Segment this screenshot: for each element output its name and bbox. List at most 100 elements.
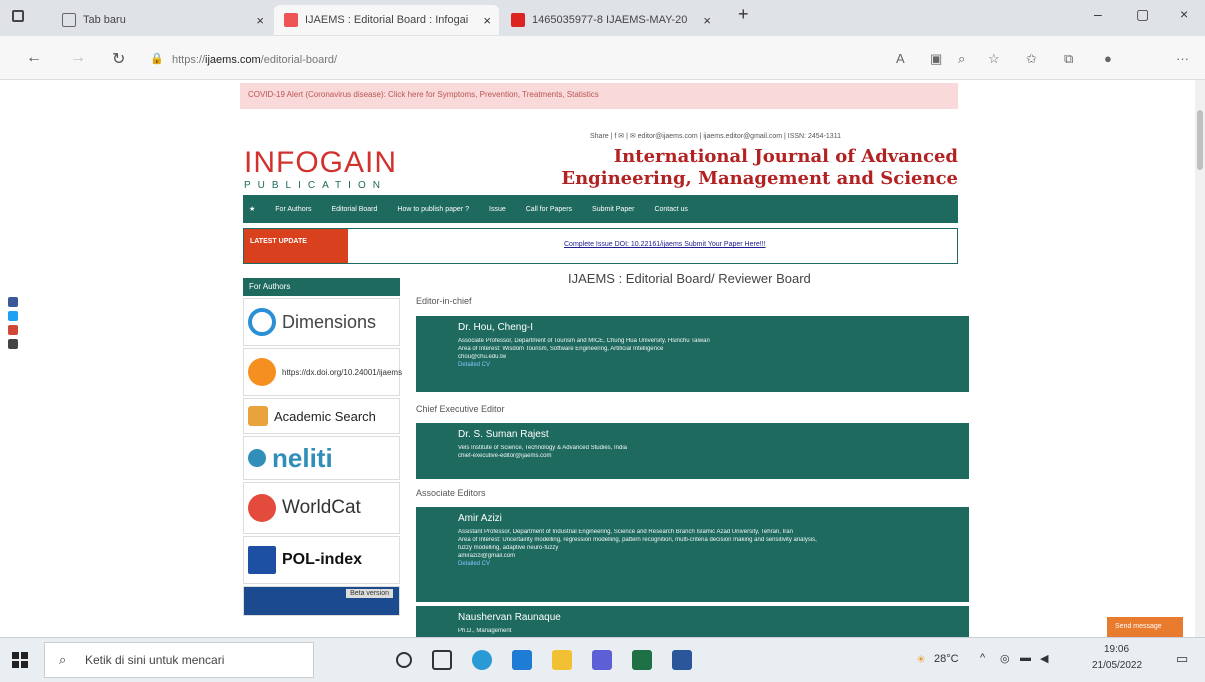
file-explorer-icon[interactable] xyxy=(552,650,572,670)
tab-close-icon[interactable]: × xyxy=(483,13,491,28)
nav-how-to-publish[interactable]: How to publish paper ? xyxy=(397,206,469,213)
clock-date[interactable]: 21/05/2022 xyxy=(1092,660,1142,671)
beta-version-logo[interactable]: Beta version xyxy=(243,586,400,616)
more-menu-button[interactable]: ··· xyxy=(1176,51,1189,66)
tab-close-icon[interactable]: × xyxy=(703,13,711,28)
editor-email[interactable]: amirazizi@gmail.com xyxy=(458,552,959,560)
section-label: Chief Executive Editor xyxy=(416,404,505,414)
profile-avatar-icon[interactable]: ● xyxy=(1104,51,1112,66)
lock-icon: 🔒 xyxy=(150,53,164,65)
url-field[interactable]: https://ijaems.com/editorial-board/ xyxy=(172,54,337,66)
tab-new[interactable]: Tab baru × xyxy=(52,5,272,35)
start-button[interactable] xyxy=(12,652,28,668)
scrollbar-thumb[interactable] xyxy=(1197,110,1203,170)
editor-detail: Assistant Professor, Department of Indus… xyxy=(458,529,793,535)
editor-detail: Area of Interest: Wisdom Tourism, Softwa… xyxy=(458,346,664,352)
tab-actions-icon[interactable] xyxy=(12,10,24,22)
editor-card: Amir Azizi Assistant Professor, Departme… xyxy=(416,507,969,602)
nav-issue[interactable]: Issue xyxy=(489,206,506,213)
minimize-button[interactable]: – xyxy=(1094,6,1102,22)
search-icon: ⌕ xyxy=(59,652,67,667)
logo-label: https://dx.doi.org/10.24001/ijaems xyxy=(282,367,403,377)
editor-detail: Vels Institute of Science, Technology & … xyxy=(458,445,627,451)
share-more-icon[interactable] xyxy=(8,339,18,349)
cortana-icon[interactable] xyxy=(396,652,412,668)
tray-chevron-icon[interactable]: ^ xyxy=(980,652,985,664)
logo-label: POL-index xyxy=(282,551,363,568)
share-twitter-icon[interactable] xyxy=(8,311,18,321)
notification-icon[interactable]: ▭ xyxy=(1176,651,1188,667)
collections-icon[interactable]: ⧉ xyxy=(1064,51,1073,67)
covid-alert-banner[interactable]: COVID-19 Alert (Coronavirus disease): Cl… xyxy=(240,83,958,109)
nav-contact-us[interactable]: Contact us xyxy=(654,206,687,213)
photos-icon[interactable] xyxy=(592,650,612,670)
latest-update-ticker[interactable]: Complete Issue DOI: 10.22161/ijaems Subm… xyxy=(564,241,766,248)
academic-search-logo[interactable]: Academic Search xyxy=(243,398,400,434)
contact-line[interactable]: Share | f ✉ | ✉ editor@ijaems.com | ijae… xyxy=(590,132,841,140)
volume-icon[interactable]: ◀ xyxy=(1040,652,1048,665)
excel-icon[interactable] xyxy=(632,650,652,670)
address-bar: ← → ↻ 🔒 https://ijaems.com/editorial-boa… xyxy=(0,36,1205,80)
store-icon[interactable] xyxy=(512,650,532,670)
dimensions-logo[interactable]: Dimensions xyxy=(243,298,400,346)
doi-logo[interactable]: https://dx.doi.org/10.24001/ijaems xyxy=(243,348,403,396)
close-window-button[interactable]: × xyxy=(1180,6,1188,22)
immersive-reader-icon[interactable]: ▣ xyxy=(930,51,942,67)
editor-card: Dr. S. Suman Rajest Vels Institute of Sc… xyxy=(416,423,969,479)
task-view-icon[interactable] xyxy=(432,650,452,670)
editor-email[interactable]: chief-executive-editor@ijaems.com xyxy=(458,452,959,460)
vertical-scrollbar[interactable] xyxy=(1195,80,1205,637)
taskbar: ⌕ Ketik di sini untuk mencari ☀ 28°C ^ ◎… xyxy=(0,637,1205,682)
editor-detail: fuzzy modelling, adaptive neuro-fuzzy xyxy=(458,545,559,551)
sidebar-for-authors: For Authors Dimensions https://dx.doi.or… xyxy=(243,278,403,616)
tab-close-icon[interactable]: × xyxy=(256,13,264,28)
weather-icon[interactable]: ☀ xyxy=(916,653,926,666)
logo-label: WorldCat xyxy=(282,497,361,518)
latest-update-badge: LATEST UPDATE xyxy=(244,229,348,263)
weather-temp[interactable]: 28°C xyxy=(934,653,959,665)
new-tab-button[interactable]: + xyxy=(738,4,749,25)
nav-home-icon[interactable]: ★ xyxy=(249,205,255,213)
journal-title-line2: Engineering, Management and Science xyxy=(561,168,958,189)
section-label: Associate Editors xyxy=(416,488,486,498)
detailed-cv-link[interactable]: Detailed CV xyxy=(458,560,959,568)
editor-name: Dr. S. Suman Rajest xyxy=(458,429,549,440)
share-rail xyxy=(8,197,20,353)
forward-button[interactable]: → xyxy=(70,49,86,67)
nav-editorial-board[interactable]: Editorial Board xyxy=(331,206,377,213)
logo-label: Academic Search xyxy=(274,408,376,424)
worldcat-logo[interactable]: WorldCat xyxy=(243,482,400,534)
editor-email[interactable]: chou@chu.edu.tw xyxy=(458,353,959,361)
url-path: /editorial-board/ xyxy=(260,54,338,66)
network-icon[interactable]: ◎ xyxy=(1000,652,1010,665)
back-button[interactable]: ← xyxy=(26,49,42,67)
pol-index-logo[interactable]: POL-index xyxy=(243,536,400,584)
tab-ijaems[interactable]: IJAEMS : Editorial Board : Infogai × xyxy=(274,5,499,35)
favorite-add-icon[interactable]: ☆ xyxy=(988,51,1000,67)
editor-name: Amir Azizi xyxy=(458,513,502,524)
edge-icon[interactable] xyxy=(472,650,492,670)
pol-index-icon xyxy=(248,546,276,574)
share-email-icon[interactable] xyxy=(8,325,18,335)
battery-icon[interactable]: ▬ xyxy=(1020,652,1031,664)
neliti-logo[interactable]: neliti xyxy=(243,436,400,480)
detailed-cv-link[interactable]: Detailed CV xyxy=(458,361,959,369)
pdf-icon xyxy=(511,13,525,27)
word-icon[interactable] xyxy=(672,650,692,670)
maximize-button[interactable]: ▢ xyxy=(1136,6,1149,23)
tab-pdf[interactable]: 1465035977-8 IJAEMS-MAY-20 × xyxy=(501,5,719,35)
send-message-button[interactable]: Send message xyxy=(1107,617,1183,637)
share-facebook-icon[interactable] xyxy=(8,297,18,307)
site-logo[interactable]: INFOGAIN PUBLICATION xyxy=(244,146,397,191)
zoom-icon[interactable]: ⌕ xyxy=(958,51,965,67)
favorites-icon[interactable]: ✩ xyxy=(1026,51,1037,67)
taskbar-search-input[interactable]: ⌕ Ketik di sini untuk mencari xyxy=(44,642,314,678)
refresh-button[interactable]: ↻ xyxy=(112,49,125,69)
nav-call-for-papers[interactable]: Call for Papers xyxy=(526,206,572,213)
clock-time[interactable]: 19:06 xyxy=(1104,644,1129,655)
nav-for-authors[interactable]: For Authors xyxy=(275,206,311,213)
site-favicon-icon xyxy=(284,13,298,27)
nav-submit-paper[interactable]: Submit Paper xyxy=(592,206,634,213)
read-aloud-icon[interactable]: A xyxy=(896,51,905,66)
browser-tab-bar: Tab baru × IJAEMS : Editorial Board : In… xyxy=(0,0,1205,36)
